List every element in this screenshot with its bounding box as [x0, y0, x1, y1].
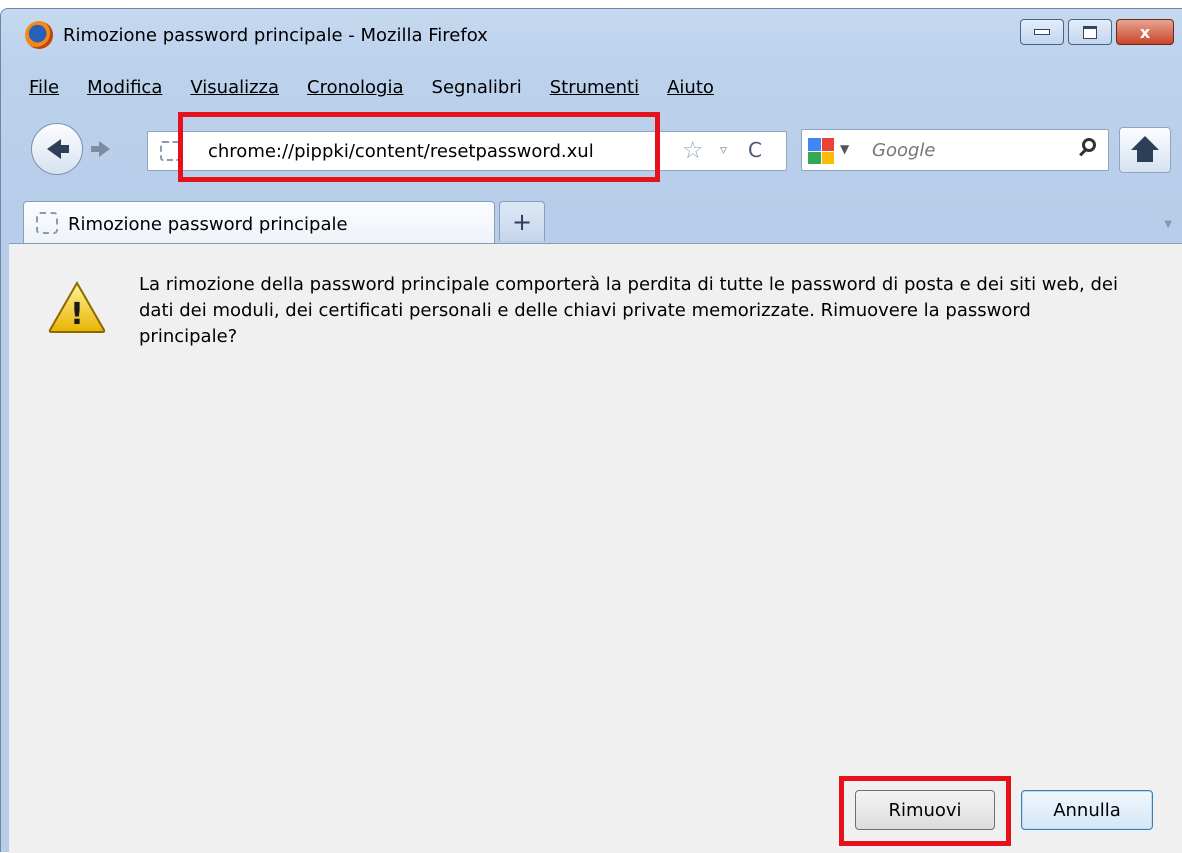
- home-button[interactable]: [1119, 127, 1171, 173]
- tab-strip: Rimozione password principale + ▼: [1, 191, 1182, 243]
- window-controls: x: [1020, 19, 1174, 45]
- minimize-button[interactable]: [1020, 19, 1064, 45]
- menu-strumenti-label: Strumenti: [549, 77, 640, 98]
- maximize-button[interactable]: [1068, 19, 1112, 45]
- dialog-message: La rimozione della password principale c…: [139, 274, 1118, 347]
- menu-cronologia-label: Cronologia: [307, 77, 404, 98]
- site-identity-icon[interactable]: [160, 141, 180, 161]
- menu-aiuto-label: Aiuto: [667, 77, 714, 98]
- menu-visualizza-label: Visualizza: [190, 77, 280, 98]
- menu-modifica[interactable]: Modifica: [87, 77, 176, 98]
- tab-favicon-icon: [36, 212, 58, 234]
- page-content: ! La rimozione della password principale…: [9, 243, 1182, 853]
- search-bar[interactable]: ▼ Google: [801, 129, 1109, 171]
- bookmark-star-icon[interactable]: ☆: [682, 136, 704, 164]
- firefox-logo-icon: [25, 21, 53, 49]
- warning-icon: !: [48, 280, 106, 333]
- cancel-button[interactable]: Annulla: [1021, 790, 1153, 830]
- new-tab-button[interactable]: +: [499, 201, 545, 241]
- menu-cronologia[interactable]: Cronologia: [307, 77, 417, 98]
- minimize-icon: [1034, 29, 1050, 35]
- search-icon[interactable]: [1082, 138, 1096, 152]
- url-history-dropdown-icon[interactable]: ▿: [720, 142, 727, 158]
- menu-visualizza[interactable]: Visualizza: [190, 77, 293, 98]
- search-placeholder[interactable]: Google: [872, 140, 935, 161]
- forward-button[interactable]: [91, 139, 113, 159]
- menu-file-label: File: [29, 77, 60, 98]
- tab-active[interactable]: Rimozione password principale: [23, 201, 495, 243]
- highlight-box-url: [178, 112, 660, 182]
- menu-segnalibri[interactable]: Segnalibri: [432, 77, 536, 98]
- menu-segnalibri-label: Segnalibri: [431, 77, 522, 98]
- search-engine-dropdown-icon[interactable]: ▼: [840, 142, 849, 156]
- tab-list-arrow-icon[interactable]: ▼: [1164, 219, 1172, 230]
- menu-aiuto[interactable]: Aiuto: [667, 77, 728, 98]
- window-title: Rimozione password principale - Mozilla …: [63, 25, 488, 46]
- maximize-icon: [1083, 25, 1097, 39]
- menu-strumenti[interactable]: Strumenti: [550, 77, 653, 98]
- warning-glyph: !: [70, 297, 84, 332]
- close-icon: x: [1139, 22, 1151, 42]
- menu-file[interactable]: File: [29, 77, 73, 98]
- reload-icon[interactable]: C: [748, 138, 762, 162]
- back-arrow-icon: [47, 139, 69, 159]
- highlight-box-remove: [839, 776, 1011, 846]
- title-bar: Rimozione password principale - Mozilla …: [1, 9, 1182, 49]
- forward-arrow-icon: [91, 141, 110, 157]
- menu-bar: File Modifica Visualizza Cronologia Segn…: [29, 77, 742, 98]
- close-button[interactable]: x: [1116, 19, 1174, 45]
- home-icon: [1131, 136, 1159, 162]
- menu-modifica-label: Modifica: [87, 77, 163, 98]
- google-engine-icon[interactable]: [808, 138, 834, 164]
- back-button[interactable]: [31, 123, 83, 175]
- tab-label: Rimozione password principale: [68, 214, 348, 235]
